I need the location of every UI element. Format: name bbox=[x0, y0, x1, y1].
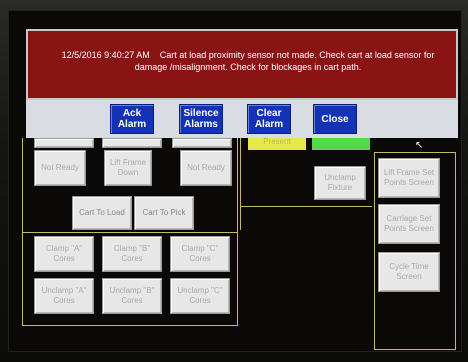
silence-alarms-button[interactable]: Silence Alarms bbox=[179, 104, 223, 134]
alarm-message-container: 12/5/2016 9:40:27 AM Cart at load proxim… bbox=[48, 49, 448, 73]
not-ready-left[interactable]: Not Ready bbox=[34, 150, 86, 186]
green-indicator bbox=[312, 138, 370, 150]
center-divider bbox=[240, 138, 241, 230]
unclamp-a-cores-button[interactable]: Unclamp "A" Cores bbox=[34, 278, 94, 314]
unclamp-fixture-button[interactable]: Unclamp Fixture bbox=[314, 166, 366, 200]
lift-frame-down[interactable]: Lift Frame Down bbox=[104, 150, 152, 186]
cart-to-pick-button[interactable]: Cart To Pick bbox=[134, 196, 194, 230]
alarm-message: Cart at load proximity sensor not made. … bbox=[134, 50, 435, 72]
clear-alarm-button[interactable]: Clear Alarm bbox=[247, 104, 291, 134]
clamp-c-cores-button[interactable]: Clamp "C" Cores bbox=[170, 236, 230, 272]
center-bottom-divider bbox=[240, 206, 372, 207]
hidden-button-1[interactable] bbox=[34, 138, 94, 148]
alarm-banner: 12/5/2016 9:40:27 AM Cart at load proxim… bbox=[26, 29, 458, 100]
ack-alarm-button[interactable]: Ack Alarm bbox=[110, 104, 154, 134]
hidden-button-2[interactable] bbox=[102, 138, 162, 148]
close-button[interactable]: Close bbox=[313, 104, 357, 134]
present-indicator: Present bbox=[248, 138, 306, 150]
unclamp-c-cores-button[interactable]: Unclamp "C" Cores bbox=[170, 278, 230, 314]
unclamp-b-cores-button[interactable]: Unclamp "B" Cores bbox=[102, 278, 162, 314]
cycle-time-screen-button[interactable]: Cycle Time Screen bbox=[378, 252, 440, 292]
present-label: Present bbox=[263, 137, 291, 146]
lift-frame-setpoints-screen-button[interactable]: Lift Frame Set Points Screen bbox=[378, 158, 440, 198]
alarm-toolbar bbox=[26, 100, 458, 138]
mouse-cursor-icon: ↖ bbox=[415, 140, 424, 151]
hidden-button-3[interactable] bbox=[172, 138, 232, 148]
clamp-b-cores-button[interactable]: Clamp "B" Cores bbox=[102, 236, 162, 272]
alarm-timestamp: 12/5/2016 9:40:27 AM bbox=[61, 50, 150, 60]
carriage-setpoints-screen-button[interactable]: Carriage Set Points Screen bbox=[378, 204, 440, 244]
not-ready-right[interactable]: Not Ready bbox=[180, 150, 232, 186]
cart-to-load-button[interactable]: Cart To Load bbox=[72, 196, 132, 230]
clamp-a-cores-button[interactable]: Clamp "A" Cores bbox=[34, 236, 94, 272]
